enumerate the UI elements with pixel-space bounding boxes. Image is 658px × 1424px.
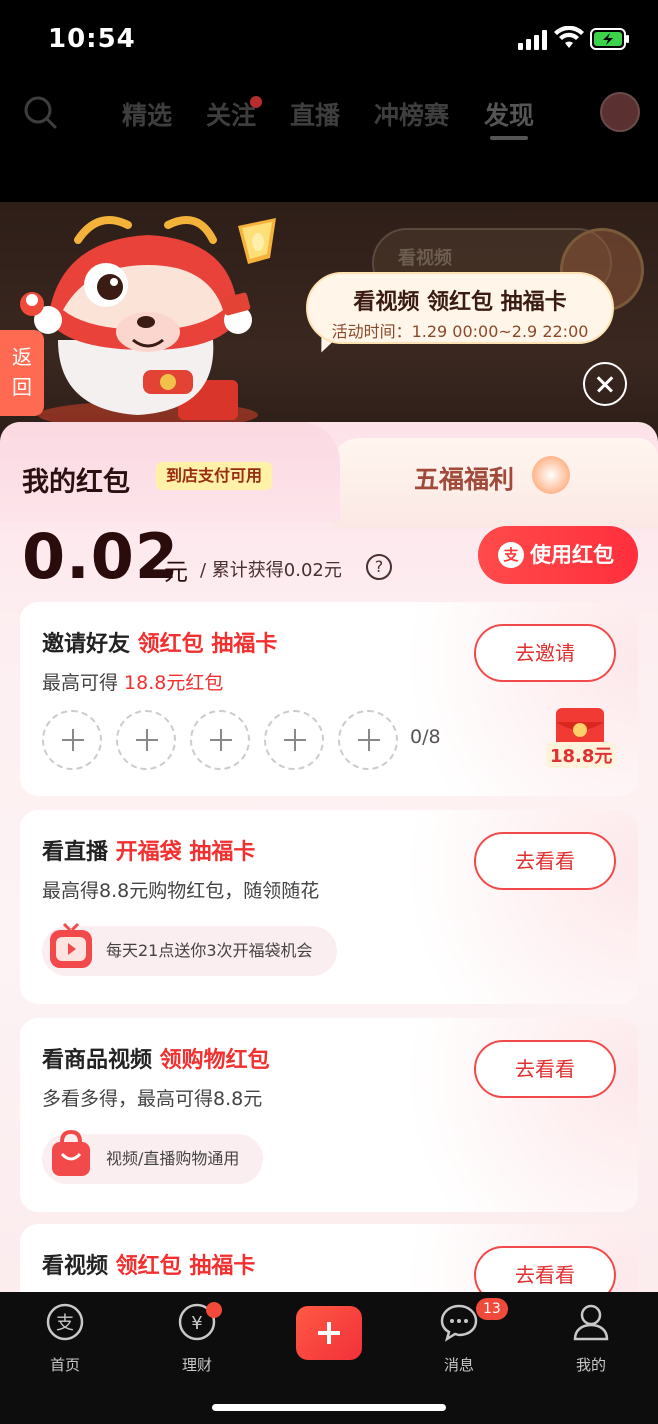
product-video-tip: 视频/直播购物通用 [42, 1129, 264, 1184]
status-bar: 10:54 [0, 0, 658, 78]
use-red-packet-label: 使用红包 [530, 543, 614, 567]
fu-icon [532, 456, 570, 494]
return-button[interactable]: 返 回 [0, 330, 44, 416]
live-tip-text: 每天21点送你3次开福袋机会 [106, 941, 313, 960]
home-icon: 支 [46, 1303, 84, 1341]
home-indicator [212, 1404, 446, 1411]
live-title: 看直播 开福袋 抽福卡 [42, 840, 256, 865]
product-video-subtitle: 多看多得，最高可得8.8元 [42, 1088, 263, 1110]
invite-title: 邀请好友 领红包 抽福卡 [42, 632, 278, 657]
invite-slot[interactable] [264, 710, 324, 770]
ghost-text: 看视频 [398, 248, 452, 269]
my-red-packets-title: 我的红包 [22, 467, 130, 498]
message-icon [440, 1304, 478, 1342]
product-video-tip-text: 视频/直播购物通用 [106, 1149, 240, 1168]
tab-home[interactable]: 支 首页 [25, 1302, 105, 1375]
invite-subtitle: 最高可得 18.8元红包 [42, 672, 224, 694]
store-payment-badge: 到店支付可用 [156, 462, 273, 490]
tab-finance-label: 理财 [181, 1356, 212, 1374]
invite-slot[interactable] [42, 710, 102, 770]
video-title: 看视频 领红包 抽福卡 [42, 1254, 256, 1279]
tab-home-label: 首页 [49, 1356, 80, 1374]
reward-amount: 18.8元 [546, 742, 617, 768]
wifi-icon [554, 26, 584, 48]
total-earned: / 累计获得0.02元 [200, 560, 342, 581]
tab-following[interactable]: 关注 [206, 96, 256, 132]
status-time: 10:54 [48, 24, 136, 54]
search-icon[interactable] [22, 94, 58, 130]
avatar[interactable] [600, 92, 640, 132]
event-title: 看视频 领红包 抽福卡 [353, 290, 567, 315]
active-tab-underline [490, 136, 528, 140]
tab-mine[interactable]: 我的 [551, 1302, 631, 1375]
invite-button[interactable]: 去邀请 [474, 624, 616, 682]
svg-text:支: 支 [56, 1313, 74, 1334]
finance-notification-dot [206, 1302, 222, 1318]
following-dot [250, 96, 262, 108]
invite-slot[interactable] [190, 710, 250, 770]
tab-my-red-packets[interactable]: 我的红包 到店支付可用 [0, 422, 340, 522]
event-time: 活动时间：1.29 00:00~2.9 22:00 [331, 322, 589, 341]
invite-slot[interactable] [116, 710, 176, 770]
invite-progress: 0/8 [410, 726, 441, 748]
watch-video-button-2[interactable]: 去看看 [474, 1246, 616, 1292]
tab-mine-label: 我的 [575, 1356, 606, 1374]
red-packet-panel: 五福福利 我的红包 到店支付可用 0.02 元 / 累计获得0.02元 ? 支 … [0, 422, 658, 1292]
help-icon[interactable]: ? [366, 554, 392, 580]
svg-text:¥: ¥ [191, 1313, 202, 1334]
video-card: 看视频 领红包 抽福卡 去看看 [20, 1224, 638, 1292]
product-video-title: 看商品视频 领购物红包 [42, 1048, 270, 1073]
live-subtitle: 最高得8.8元购物红包，随领随花 [42, 880, 320, 902]
tab-live[interactable]: 直播 [290, 96, 340, 132]
five-blessings-title: 五福福利 [414, 465, 515, 494]
watch-live-button[interactable]: 去看看 [474, 832, 616, 890]
profile-icon [573, 1304, 609, 1341]
battery-icon [590, 28, 629, 50]
signal-icon [518, 30, 547, 50]
publish-button[interactable] [296, 1306, 362, 1360]
tab-messages-label: 消息 [443, 1356, 474, 1374]
event-bubble: 看视频 领红包 抽福卡 活动时间：1.29 00:00~2.9 22:00 [306, 272, 614, 344]
top-nav: 精选 关注 直播 冲榜赛 发现 [0, 78, 658, 202]
tab-five-blessings[interactable]: 五福福利 [330, 438, 658, 528]
live-tip: 每天21点送你3次开福袋机会 [42, 922, 337, 976]
watch-video-button[interactable]: 去看看 [474, 1040, 616, 1098]
alipay-icon: 支 [498, 542, 524, 568]
tv-icon [50, 922, 92, 968]
tab-discover[interactable]: 发现 [484, 96, 534, 132]
tab-featured[interactable]: 精选 [122, 96, 172, 132]
tab-ranking[interactable]: 冲榜赛 [374, 96, 449, 132]
return-label-1: 返 [12, 345, 32, 369]
lantern-icon [238, 218, 276, 264]
balance-currency: 元 [164, 558, 188, 586]
return-label-2: 回 [12, 375, 32, 399]
close-icon[interactable] [583, 362, 627, 406]
balance-amount: 0.02 [22, 520, 179, 593]
message-badge: 13 [476, 1298, 508, 1320]
invite-card: 邀请好友 领红包 抽福卡 最高可得 18.8元红包 去邀请 0/8 18.8元 [20, 602, 638, 796]
invite-slot[interactable] [338, 710, 398, 770]
tab-finance[interactable]: ¥ 理财 [157, 1302, 237, 1375]
product-video-card: 看商品视频 领购物红包 多看多得，最高可得8.8元 去看看 视频/直播购物通用 [20, 1018, 638, 1212]
shopping-bag-icon [52, 1129, 90, 1176]
use-red-packet-button[interactable]: 支 使用红包 [478, 526, 638, 584]
live-card: 看直播 开福袋 抽福卡 最高得8.8元购物红包，随领随花 去看看 每天21点送你… [20, 810, 638, 1004]
